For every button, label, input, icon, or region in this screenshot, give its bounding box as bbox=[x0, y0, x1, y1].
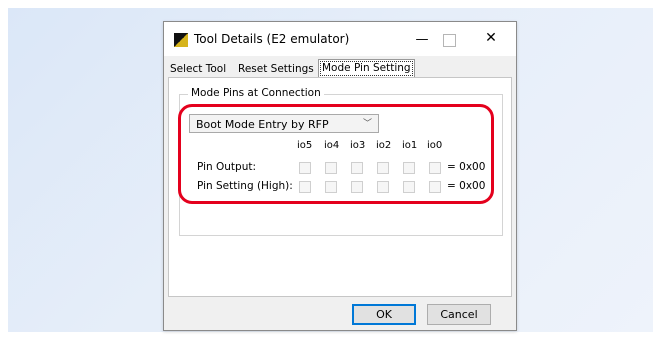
ok-button[interactable]: OK bbox=[352, 304, 416, 325]
tab-select-tool[interactable]: Select Tool bbox=[167, 61, 229, 77]
window-title: Tool Details (E2 emulator) bbox=[194, 32, 350, 46]
app-icon bbox=[174, 33, 188, 47]
tab-mode-pin-setting[interactable]: Mode Pin Setting bbox=[318, 59, 415, 78]
group-label: Mode Pins at Connection bbox=[188, 87, 324, 99]
cancel-button[interactable]: Cancel bbox=[427, 304, 491, 325]
maximize-button[interactable] bbox=[443, 34, 456, 47]
tab-reset-settings[interactable]: Reset Settings bbox=[235, 61, 317, 77]
title-bar: Tool Details (E2 emulator) — ✕ bbox=[164, 22, 516, 56]
minimize-button[interactable]: — bbox=[412, 32, 432, 47]
close-button[interactable]: ✕ bbox=[481, 30, 501, 46]
highlight-annotation bbox=[178, 104, 494, 204]
